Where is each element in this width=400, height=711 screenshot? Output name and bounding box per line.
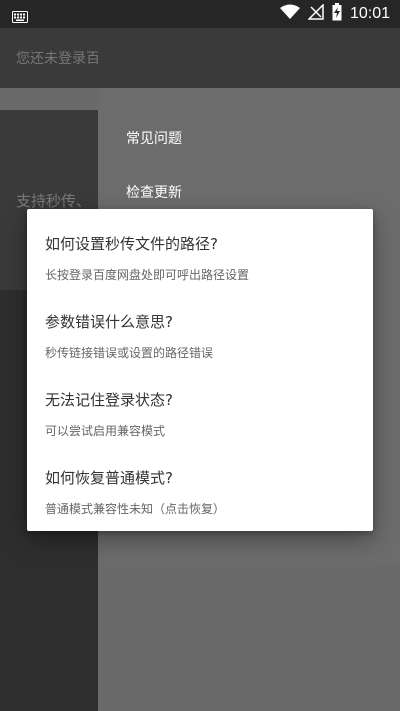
app-toolbar: 您还未登录百度 [0, 28, 400, 88]
feature-description: 支持秒传、 [16, 192, 92, 210]
menu-item-faq[interactable]: 常见问题 [126, 128, 182, 148]
faq-question: 无法记住登录状态? [45, 391, 173, 409]
keyboard-icon [12, 8, 28, 27]
faq-answer: 秒传链接错误或设置的路径错误 [45, 346, 214, 360]
faq-item[interactable]: 如何恢复普通模式? 普通模式兼容性未知（点击恢复） [45, 467, 355, 517]
no-signal-icon [307, 3, 324, 24]
wifi-icon [279, 4, 300, 24]
faq-question: 如何恢复普通模式? [45, 469, 173, 487]
battery-charging-icon [332, 3, 342, 25]
login-status-title[interactable]: 您还未登录百度 [16, 48, 98, 68]
menu-item-check-update[interactable]: 检查更新 [126, 182, 182, 202]
status-bar: 10:01 [0, 0, 400, 28]
faq-item[interactable]: 无法记住登录状态? 可以尝试启用兼容模式 [45, 389, 355, 439]
faq-question: 如何设置秒传文件的路径? [45, 235, 218, 253]
faq-item[interactable]: 如何设置秒传文件的路径? 长按登录百度网盘处即可呼出路径设置 [45, 233, 355, 283]
faq-item[interactable]: 参数错误什么意思? 秒传链接错误或设置的路径错误 [45, 311, 355, 361]
clock-time: 10:01 [349, 5, 390, 22]
faq-answer: 可以尝试启用兼容模式 [45, 424, 166, 438]
faq-answer: 普通模式兼容性未知（点击恢复） [45, 502, 226, 516]
faq-dialog: 如何设置秒传文件的路径? 长按登录百度网盘处即可呼出路径设置 参数错误什么意思?… [27, 209, 373, 531]
faq-answer: 长按登录百度网盘处即可呼出路径设置 [45, 268, 250, 282]
faq-question: 参数错误什么意思? [45, 313, 173, 331]
